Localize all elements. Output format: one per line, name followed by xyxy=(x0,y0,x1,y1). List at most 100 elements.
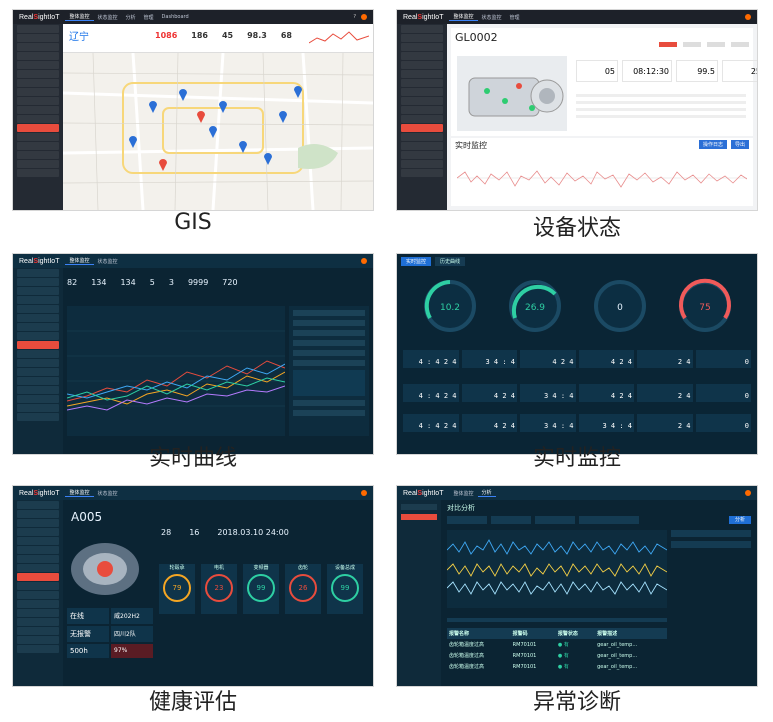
caption-realtime-curve: 实时曲线 xyxy=(148,446,237,471)
gauge-3: 75 xyxy=(678,278,731,332)
engine-model xyxy=(71,543,139,595)
ring-0: 轮毂承 79 xyxy=(159,564,195,614)
nav-item-1[interactable]: 状态监控 xyxy=(94,14,122,21)
filter-select-0[interactable] xyxy=(447,516,487,524)
avatar-5[interactable] xyxy=(361,490,367,496)
tab-realtime[interactable]: 实时监控 xyxy=(401,257,432,266)
kpi-6: 720 xyxy=(222,278,238,287)
tab-active[interactable] xyxy=(659,42,677,47)
digit-grid-2: 4 : 4 2 4 4 2 4 3 4 : 4 4 2 4 2 4 0 xyxy=(403,384,751,402)
time-slider[interactable] xyxy=(447,618,667,622)
health-date: 2018.03.10 24:00 xyxy=(217,528,289,537)
comparison-chart[interactable] xyxy=(447,530,667,608)
nav-item-3[interactable]: 管理 xyxy=(140,14,158,21)
nav3-item-0[interactable]: 整体监控 xyxy=(65,257,94,265)
brand-logo-6: RealSightIoT xyxy=(403,489,444,497)
device-select-1[interactable] xyxy=(671,541,751,548)
digit-b0: 4 : 4 2 4 xyxy=(403,384,459,402)
nav6-item-1[interactable]: 分析 xyxy=(477,489,496,497)
digit-1: 3 4 : 4 xyxy=(461,350,517,368)
stat-1: 186 xyxy=(191,31,208,40)
tab-3[interactable] xyxy=(731,42,749,47)
help-icon[interactable]: ? xyxy=(353,14,356,20)
nav-item-0[interactable]: 整体监控 xyxy=(65,13,94,21)
device-status-screenshot: RealSightIoT 整体监控 状态监控 管理 GL0002 05 08:1 xyxy=(397,10,757,210)
avatar-6[interactable] xyxy=(745,490,751,496)
col-1: 报警码 xyxy=(512,631,528,637)
kpi-row: 82 134 134 5 3 9999 720 xyxy=(67,278,238,287)
nav3-item-1[interactable]: 状态监控 xyxy=(94,258,122,265)
top-nav-bar-6: RealSightIoT 整体监控 分析 xyxy=(397,486,757,500)
nav2-item-0[interactable]: 整体监控 xyxy=(449,13,478,21)
brand-logo-5: RealSightIoT xyxy=(19,489,60,497)
stat-4: 68 xyxy=(280,31,292,40)
realtime-title: 实时监控 xyxy=(455,141,487,150)
svg-text:10.2: 10.2 xyxy=(439,303,459,313)
kpi-1: 134 xyxy=(91,278,107,287)
status-0-label: 在线 xyxy=(67,608,109,624)
digit-c3: 3 4 : 4 xyxy=(578,414,634,432)
top-nav-bar-2: RealSightIoT 整体监控 状态监控 管理 xyxy=(397,10,757,24)
filter-select-2[interactable] xyxy=(535,516,575,524)
avatar-2[interactable] xyxy=(745,14,751,20)
ring-row: 轮毂承 79 电机 23 变频器 99 齿轮 26 设备总成 99 xyxy=(159,564,363,614)
health-assessment-screenshot: RealSightIoT 整体监控 状态监控 A005 28 16 2018.0… xyxy=(13,486,373,686)
caption-realtime-monitor: 实时监控 xyxy=(532,446,621,471)
log-button[interactable]: 操作日志 xyxy=(698,140,727,149)
brand-logo-2: RealSightIoT xyxy=(403,13,444,21)
table-row[interactable]: 齿轮箱温度过高 RM70101 ● 有 gear_oil_temp... xyxy=(447,639,667,650)
digit-c4: 2 4 xyxy=(637,414,693,432)
status-1-label: 无报警 xyxy=(67,626,109,642)
nav6-item-0[interactable]: 整体监控 xyxy=(449,490,477,497)
brand-logo-3: RealSightIoT xyxy=(19,257,60,265)
tab-2[interactable] xyxy=(707,42,725,47)
filter-select-1[interactable] xyxy=(491,516,531,524)
table-row[interactable]: 齿轮箱温度过高 RM70101 ● 有 gear_oil_temp... xyxy=(447,661,667,672)
status-grid: 在线 威202H2 无报警 四川2队 500h 97% xyxy=(67,608,153,658)
export-button[interactable]: 导出 xyxy=(730,140,749,149)
digit-b3: 4 2 4 xyxy=(578,384,634,402)
anomaly-diagnosis-screenshot: RealSightIoT 整体监控 分析 对比分析 分析 报警名称 报警码 报警… xyxy=(397,486,757,686)
city-map[interactable] xyxy=(63,53,373,210)
digit-2: 4 2 4 xyxy=(520,350,576,368)
nav-item-4[interactable]: Dashboard xyxy=(158,14,193,20)
nav2-item-1[interactable]: 状态监控 xyxy=(478,14,506,21)
nav5-item-1[interactable]: 状态监控 xyxy=(94,490,122,497)
date-range[interactable] xyxy=(579,516,639,524)
gauge-row: 10.2 26.9 0 75 xyxy=(407,276,747,346)
kpi-0: 82 xyxy=(67,278,78,287)
digit-grid: 4 : 4 2 4 3 4 : 4 4 2 4 4 2 4 2 4 0 xyxy=(403,350,751,368)
avatar[interactable] xyxy=(361,14,367,20)
stat-2: 45 xyxy=(221,31,234,40)
sidebar-item-selected[interactable] xyxy=(17,124,59,132)
nav2-item-2[interactable]: 管理 xyxy=(506,14,524,21)
stat-3: 98.3 xyxy=(247,31,267,40)
avatar-3[interactable] xyxy=(361,258,367,264)
digit-b4: 2 4 xyxy=(637,384,693,402)
sparkline xyxy=(309,31,369,44)
table-row[interactable]: 齿轮箱温度过高 RM70101 ● 有 gear_oil_temp... xyxy=(447,650,667,661)
ring-3: 齿轮 26 xyxy=(285,564,321,614)
nav5-item-0[interactable]: 整体监控 xyxy=(65,489,94,497)
caption-health: 健康评估 xyxy=(148,690,237,715)
analyze-button[interactable]: 分析 xyxy=(728,516,751,524)
device-3d-model xyxy=(457,56,567,131)
device-select-0[interactable] xyxy=(671,530,751,537)
filter-row: 分析 xyxy=(447,516,751,524)
ring-4: 设备总成 99 xyxy=(327,564,363,614)
svg-text:26.9: 26.9 xyxy=(524,303,544,313)
nav-item-2[interactable]: 分析 xyxy=(122,14,140,21)
sidebar-tree-3 xyxy=(13,268,63,454)
digit-4: 2 4 xyxy=(637,350,693,368)
kpi-3: 5 xyxy=(149,278,155,287)
status-2-value: 97% xyxy=(111,644,153,658)
gauge-0: 05 xyxy=(576,60,618,82)
stats-header: 辽宁 1086 186 45 98.3 68 xyxy=(63,24,373,53)
realtime-chart-card: 实时监控 操作日志 导出 xyxy=(451,138,753,206)
device-card: GL0002 05 08:12:30 99.5 25 xyxy=(451,28,757,136)
tab-history[interactable]: 历史曲线 xyxy=(435,257,466,266)
multi-line-chart[interactable] xyxy=(67,306,285,436)
gauge-2: 0 xyxy=(593,280,646,332)
tab-1[interactable] xyxy=(683,42,701,47)
col-2: 报警状态 xyxy=(557,631,578,637)
